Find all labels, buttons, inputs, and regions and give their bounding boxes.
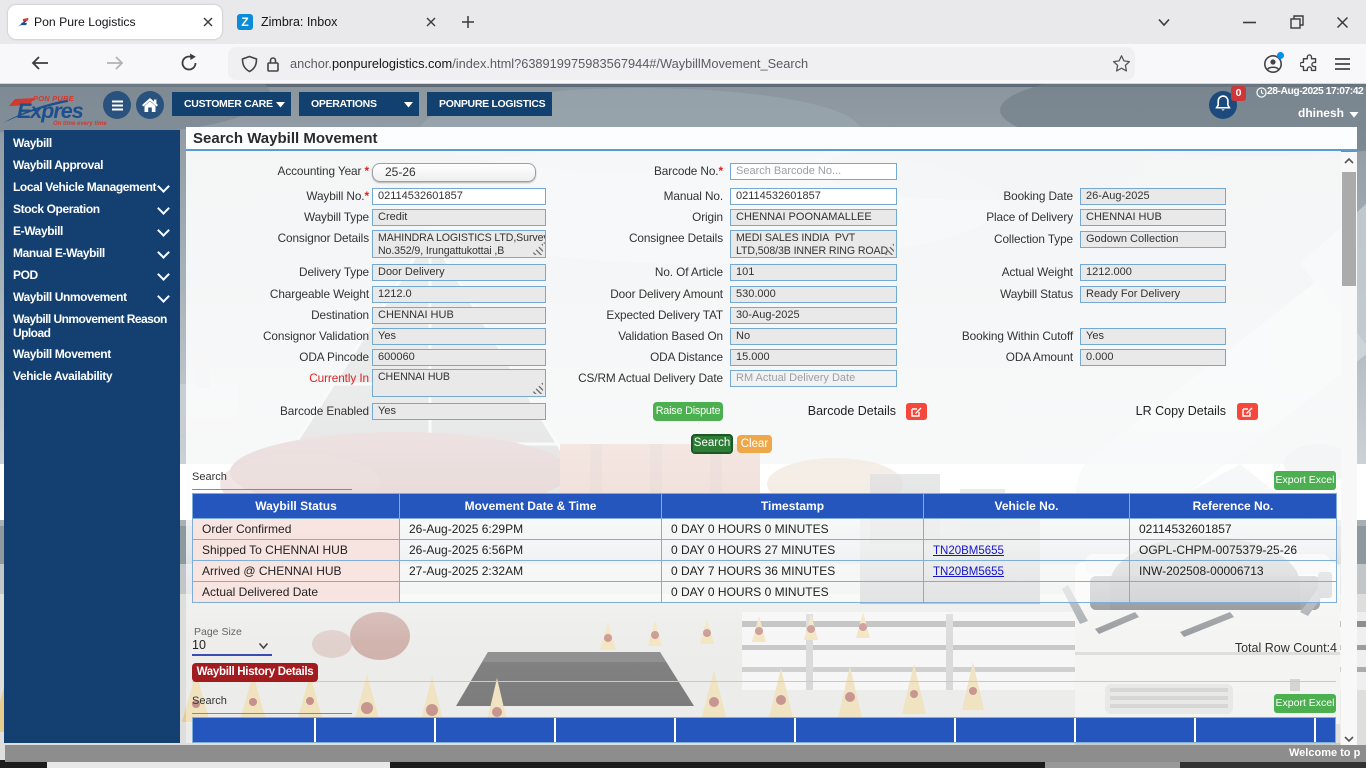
svg-text:On time every time: On time every time xyxy=(53,121,107,127)
svg-text:Expres: Expres xyxy=(17,99,84,123)
